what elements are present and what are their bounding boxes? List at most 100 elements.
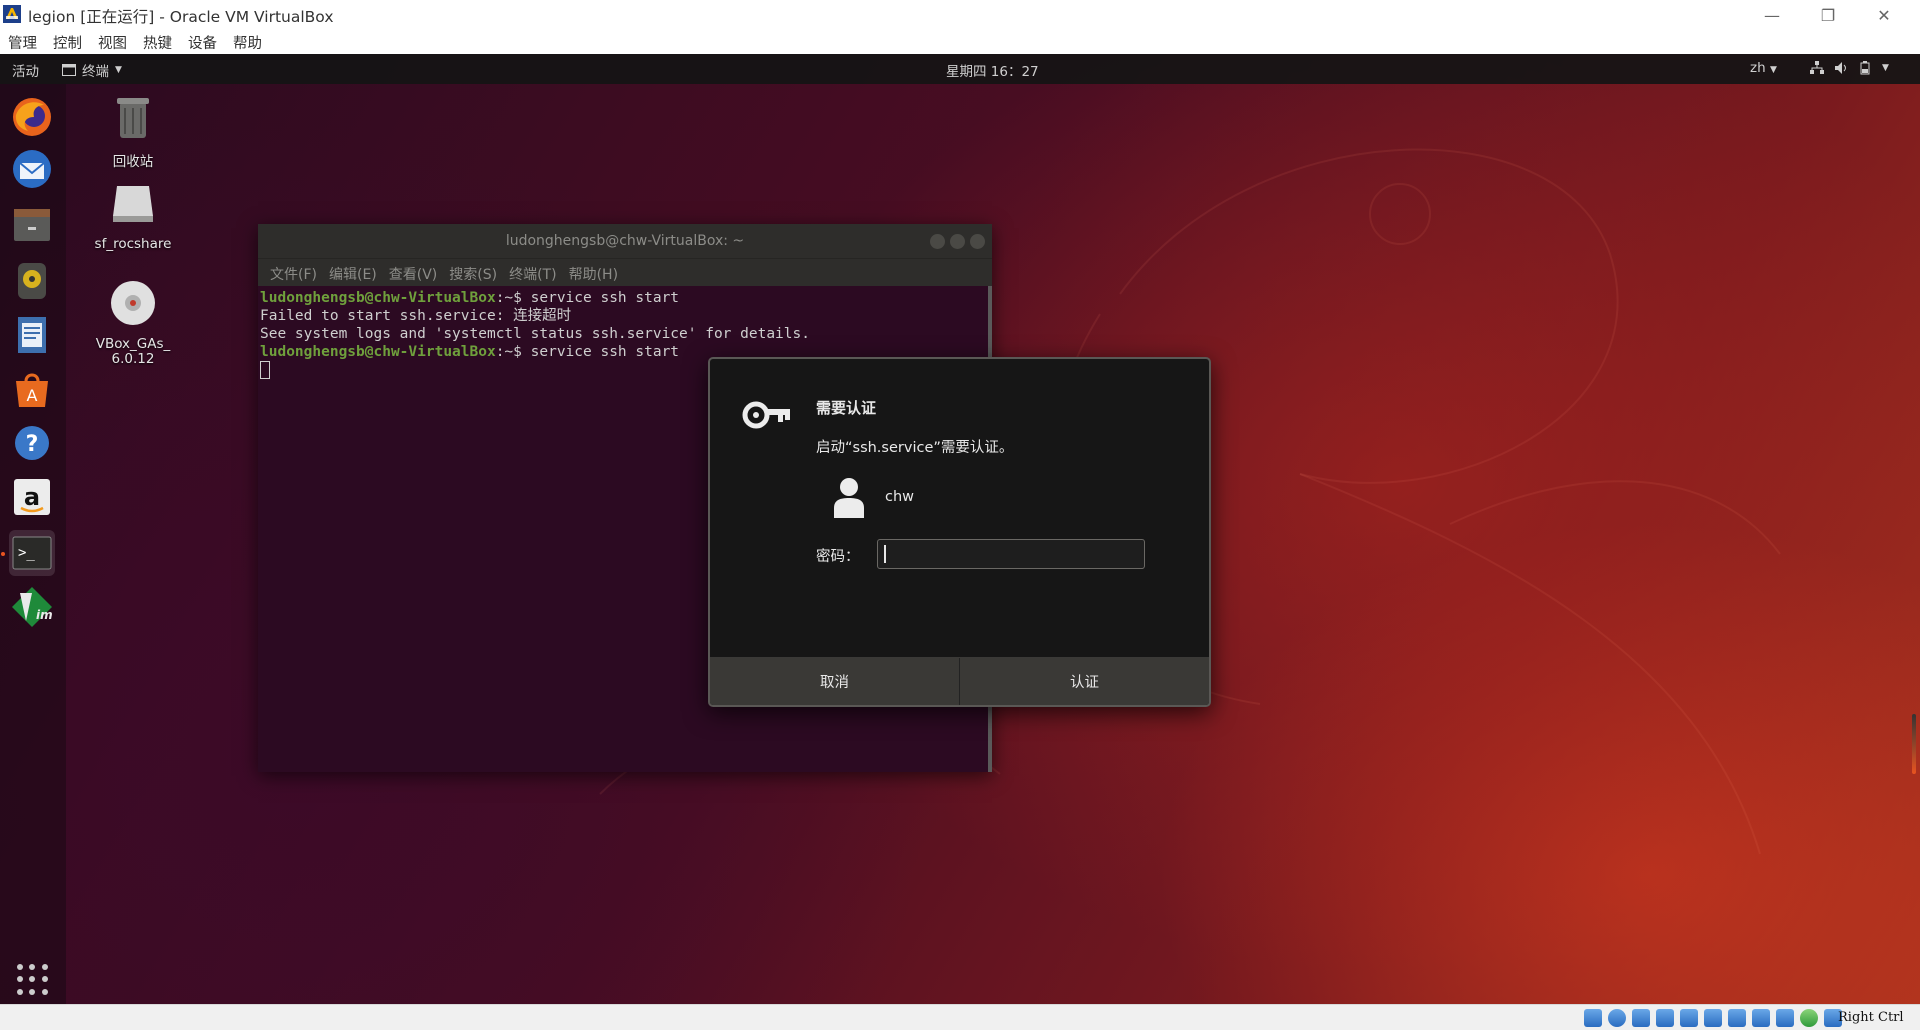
terminal-minimize-button[interactable] [930, 234, 945, 249]
menu-control[interactable]: 控制 [45, 30, 90, 54]
menu-hotkey[interactable]: 热键 [135, 30, 180, 54]
chevron-down-icon: ▼ [1882, 63, 1889, 73]
terminal-info-text: See system logs and 'systemctl status ss… [260, 326, 810, 342]
terminal-line: See system logs and 'systemctl status ss… [260, 325, 990, 343]
optical-drive-icon[interactable] [1608, 1009, 1626, 1027]
terminal-line: Failed to start ssh.service: 连接超时 [260, 307, 990, 325]
dock-terminal[interactable]: >_ [9, 530, 55, 576]
terminal-menu-edit[interactable]: 编辑(E) [323, 259, 383, 286]
terminal-menu-file[interactable]: 文件(F) [264, 259, 323, 286]
cd-icon [111, 281, 155, 325]
recording-icon[interactable] [1752, 1009, 1770, 1027]
svg-text:a: a [24, 483, 40, 511]
terminal-menu-help[interactable]: 帮助(H) [563, 259, 624, 286]
terminal-line: ludonghengsb@chw-VirtualBox:~$ service s… [260, 289, 990, 307]
svg-text:?: ? [26, 432, 39, 457]
clock[interactable]: 星期四 16：27 [946, 60, 1039, 80]
terminal-command: service ssh start [530, 290, 680, 306]
menu-manage[interactable]: 管理 [0, 30, 45, 54]
terminal-close-button[interactable] [970, 234, 985, 249]
key-icon [742, 401, 790, 429]
virtualbox-app-icon [3, 5, 21, 23]
dock-thunderbird[interactable] [9, 146, 55, 192]
host-window-title: legion [正在运行] - Oracle VM VirtualBox [28, 8, 334, 26]
svg-text:im: im [36, 608, 53, 622]
desktop-icon-vbox-gas[interactable]: VBox_GAs_ 6.0.12 [78, 262, 188, 382]
terminal-error-text: Failed to start ssh.service: 连接超时 [260, 308, 572, 324]
running-indicator [1, 552, 5, 556]
auth-dialog: 需要认证 启动“ssh.service”需要认证。 chw 密码： 取消 认证 [708, 357, 1211, 707]
dock-files[interactable] [9, 202, 55, 248]
password-label: 密码： [816, 549, 860, 565]
input-method-indicator[interactable]: zh ▼ [1750, 60, 1777, 76]
gnome-topbar: 活动 终端 ▼ 星期四 16：27 zh ▼ ▼ [0, 54, 1920, 84]
close-button[interactable]: ✕ [1856, 2, 1912, 28]
dock-software[interactable]: A [9, 366, 55, 412]
vm-display[interactable]: 活动 终端 ▼ 星期四 16：27 zh ▼ ▼ A ? a >_ im 回收站… [0, 54, 1920, 1004]
vm-status-icons [1584, 1009, 1842, 1027]
app-menu[interactable]: 终端 ▼ [62, 60, 122, 80]
hard-disk-icon[interactable] [1584, 1009, 1602, 1027]
dock-firefox[interactable] [9, 94, 55, 140]
display-icon[interactable] [1728, 1009, 1746, 1027]
usb-icon[interactable] [1680, 1009, 1698, 1027]
dock: A ? a >_ im [0, 84, 66, 1004]
host-menubar: 管理 控制 视图 热键 设备 帮助 [0, 30, 1920, 54]
menu-help[interactable]: 帮助 [225, 30, 270, 54]
show-applications-button[interactable] [17, 964, 49, 996]
menu-devices[interactable]: 设备 [180, 30, 225, 54]
volume-icon [1835, 62, 1846, 74]
authenticate-button[interactable]: 认证 [960, 658, 1209, 705]
terminal-icon: >_ [12, 536, 52, 570]
minimize-button[interactable]: — [1744, 2, 1800, 28]
dock-writer[interactable] [9, 312, 55, 358]
user-avatar-icon [834, 478, 864, 518]
dock-vim[interactable]: im [9, 584, 55, 630]
network-icon [1810, 61, 1824, 74]
svg-text:>_: >_ [18, 545, 35, 561]
terminal-titlebar[interactable]: ludonghengsb@chw-VirtualBox: ~ [258, 224, 992, 258]
terminal-maximize-button[interactable] [950, 234, 965, 249]
terminal-menu-terminal[interactable]: 终端(T) [503, 259, 562, 286]
trash-icon [117, 98, 149, 138]
menu-view[interactable]: 视图 [90, 30, 135, 54]
mouse-integration-icon[interactable] [1800, 1009, 1818, 1027]
writer-icon [18, 317, 46, 353]
user-name: chw [885, 489, 915, 505]
terminal-prompt: ludonghengsb@chw-VirtualBox [260, 344, 496, 360]
dock-help[interactable]: ? [9, 420, 55, 466]
chevron-down-icon: ▼ [115, 65, 122, 75]
terminal-command: service ssh start [530, 344, 680, 360]
amazon-icon: a [14, 479, 50, 515]
terminal-prompt-suffix: :~$ [495, 344, 531, 360]
dock-rhythmbox[interactable] [9, 258, 55, 304]
desktop-icon-trash[interactable]: 回收站 [78, 90, 188, 170]
virtualization-icon[interactable] [1776, 1009, 1794, 1027]
activities-button[interactable]: 活动 [12, 60, 39, 80]
auth-dialog-buttons: 取消 认证 [710, 657, 1209, 705]
svg-text:A: A [27, 386, 38, 405]
desktop-icon-label: 回收站 [112, 154, 154, 170]
terminal-menu-search[interactable]: 搜索(S) [443, 259, 503, 286]
rhythmbox-icon [18, 263, 46, 299]
terminal-prompt-suffix: :~$ [495, 290, 531, 306]
files-icon [14, 209, 50, 241]
desktop-icon-label: sf_rocshare [94, 236, 172, 252]
thunderbird-icon [13, 150, 51, 188]
cancel-button[interactable]: 取消 [710, 658, 959, 705]
audio-icon[interactable] [1632, 1009, 1650, 1027]
host-key-label[interactable]: Right Ctrl [1838, 1010, 1904, 1025]
dock-amazon[interactable]: a [9, 474, 55, 520]
network-adapter-icon[interactable] [1656, 1009, 1674, 1027]
terminal-title: ludonghengsb@chw-VirtualBox: ~ [505, 233, 745, 249]
auth-dialog-message: 启动“ssh.service”需要认证。 [816, 440, 1014, 456]
terminal-small-icon [62, 64, 76, 76]
restore-button[interactable]: ❐ [1800, 2, 1856, 28]
terminal-menu-view[interactable]: 查看(V) [383, 259, 444, 286]
desktop-icon-sf-rocshare[interactable]: sf_rocshare [78, 176, 188, 252]
vim-icon: im [12, 587, 53, 627]
shared-folders-icon[interactable] [1704, 1009, 1722, 1027]
password-input[interactable] [877, 539, 1145, 569]
system-tray[interactable]: ▼ [1810, 61, 1889, 75]
app-menu-label: 终端 [82, 64, 109, 80]
